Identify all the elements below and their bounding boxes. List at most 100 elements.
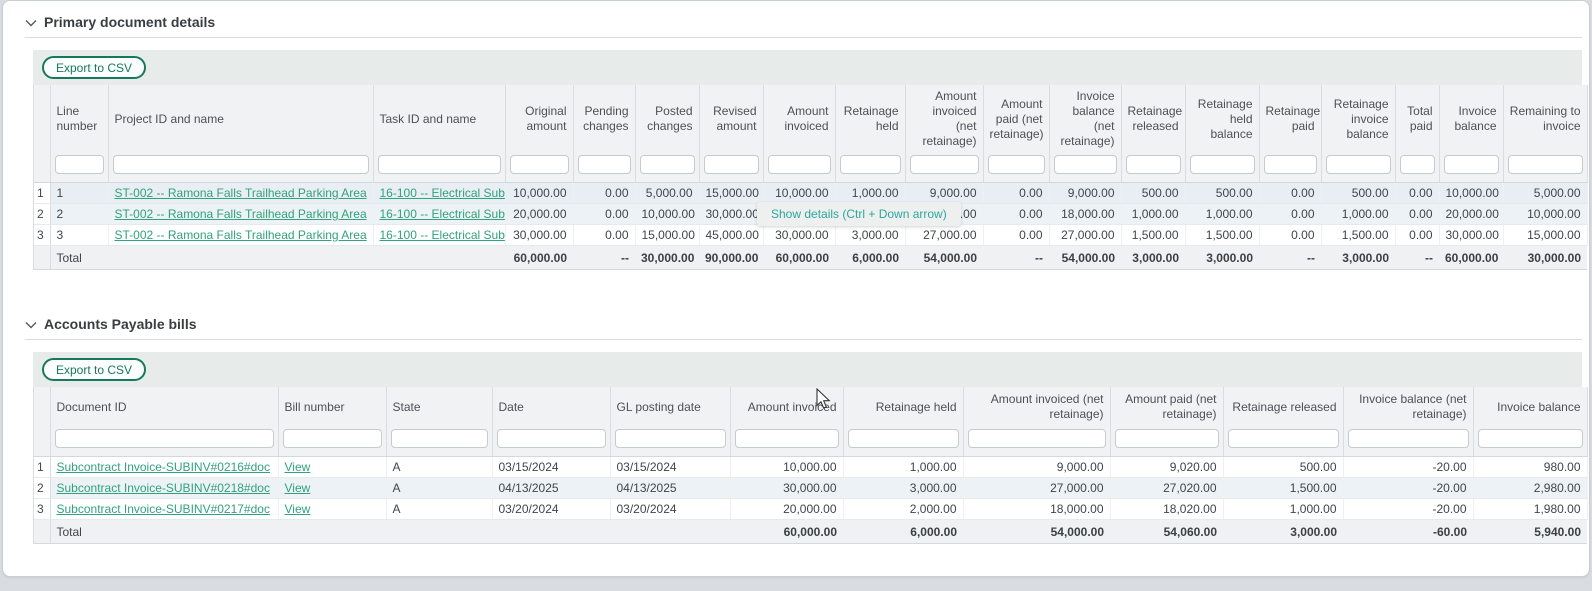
cell-retainage-held: 3,000.00: [843, 478, 963, 499]
table-row[interactable]: 3Subcontract Invoice-SUBINV#0217#docView…: [34, 499, 1587, 520]
filter-input-amount-invoiced[interactable]: [735, 429, 839, 448]
filter-input-state[interactable]: [391, 429, 488, 448]
project-id-and-name-link[interactable]: ST-002 -- Ramona Falls Trailhead Parking…: [115, 228, 367, 242]
column-header-invoice-balance[interactable]: Invoice balance: [1473, 387, 1587, 427]
column-header-original-amount[interactable]: Original amount: [505, 85, 573, 153]
filter-input-retainage-paid[interactable]: [1264, 155, 1317, 174]
filter-input-retainage-released[interactable]: [1126, 155, 1181, 174]
column-header-amount-invoiced[interactable]: Amount invoiced: [763, 85, 835, 153]
column-header-posted-changes[interactable]: Posted changes: [635, 85, 699, 153]
table-row[interactable]: 33ST-002 -- Ramona Falls Trailhead Parki…: [34, 225, 1587, 246]
column-header-amount-invoiced-net-retainage[interactable]: Amount invoiced (net retainage): [905, 85, 983, 153]
total-retainage-held-balance: 3,000.00: [1185, 246, 1259, 270]
filter-input-project-id-and-name[interactable]: [113, 155, 369, 174]
filter-input-retainage-held-balance[interactable]: [1190, 155, 1255, 174]
column-header-retainage-held[interactable]: Retainage held: [835, 85, 905, 153]
filter-input-remaining-to-invoice[interactable]: [1508, 155, 1583, 174]
bill-number-link[interactable]: View: [285, 502, 311, 516]
column-header-retainage-invoice-balance[interactable]: Retainage invoice balance: [1321, 85, 1395, 153]
filter-input-amount-paid-net-retainage[interactable]: [988, 155, 1045, 174]
task-id-and-name-link[interactable]: 16-100 -- Electrical Sub: [380, 228, 505, 242]
filter-input-gl-posting-date[interactable]: [615, 429, 726, 448]
column-header-amount-paid-net-retainage[interactable]: Amount paid (net retainage): [983, 85, 1049, 153]
column-header-retainage-held-balance[interactable]: Retainage held balance: [1185, 85, 1259, 153]
task-id-and-name-link[interactable]: 16-100 -- Electrical Sub: [380, 186, 505, 200]
cell-invoice-balance: 980.00: [1473, 457, 1587, 478]
filter-input-retainage-held[interactable]: [840, 155, 901, 174]
filter-input-invoice-balance-net-retainage[interactable]: [1054, 155, 1117, 174]
column-header-retainage-held[interactable]: Retainage held: [843, 387, 963, 427]
total-invoice-balance-net-retainage: 54,000.00: [1049, 246, 1121, 270]
filter-input-invoice-balance[interactable]: [1478, 429, 1583, 448]
document-id-link[interactable]: Subcontract Invoice-SUBINV#0218#doc: [57, 481, 270, 495]
filter-input-line-number[interactable]: [55, 155, 104, 174]
total-amount-invoiced-net-retainage: 54,000.00: [905, 246, 983, 270]
table-row[interactable]: 1Subcontract Invoice-SUBINV#0216#docView…: [34, 457, 1587, 478]
filter-input-revised-amount[interactable]: [704, 155, 759, 174]
project-id-and-name-link[interactable]: ST-002 -- Ramona Falls Trailhead Parking…: [115, 207, 367, 221]
column-header-retainage-released[interactable]: Retainage released: [1121, 85, 1185, 153]
filter-input-retainage-held[interactable]: [848, 429, 959, 448]
total-label: Total: [50, 246, 108, 270]
column-header-amount-invoiced-net-retainage[interactable]: Amount invoiced (net retainage): [963, 387, 1110, 427]
filter-input-amount-invoiced-net-retainage[interactable]: [910, 155, 979, 174]
export-to-csv-button[interactable]: Export to CSV: [42, 358, 146, 381]
column-header-line-number[interactable]: Line number: [50, 85, 108, 153]
column-header-date[interactable]: Date: [492, 387, 610, 427]
column-header-task-id-and-name[interactable]: Task ID and name: [373, 85, 505, 153]
filter-input-amount-invoiced[interactable]: [768, 155, 831, 174]
column-header-document-id[interactable]: Document ID: [50, 387, 278, 427]
column-header-total-paid[interactable]: Total paid: [1395, 85, 1439, 153]
column-header-bill-number[interactable]: Bill number: [278, 387, 386, 427]
filter-input-total-paid[interactable]: [1400, 155, 1435, 174]
filter-input-original-amount[interactable]: [510, 155, 569, 174]
cell-gl-posting-date: 03/15/2024: [610, 457, 730, 478]
table-row[interactable]: 11ST-002 -- Ramona Falls Trailhead Parki…: [34, 183, 1587, 204]
filter-input-invoice-balance[interactable]: [1444, 155, 1499, 174]
section-title: Primary document details: [44, 14, 215, 30]
column-header-pending-changes[interactable]: Pending changes: [573, 85, 635, 153]
total-total-paid: --: [1395, 246, 1439, 270]
total-remaining-to-invoice: 30,000.00: [1503, 246, 1587, 270]
column-header-project-id-and-name[interactable]: Project ID and name: [108, 85, 373, 153]
project-id-and-name-link[interactable]: ST-002 -- Ramona Falls Trailhead Parking…: [115, 186, 367, 200]
bill-number-link[interactable]: View: [285, 460, 311, 474]
cell-amount-invoiced-net-retainage: 27,000.00: [905, 225, 983, 246]
filter-input-invoice-balance-net-retainage[interactable]: [1348, 429, 1469, 448]
cell-retainage-held-balance: 500.00: [1185, 183, 1259, 204]
filter-input-task-id-and-name[interactable]: [378, 155, 501, 174]
document-id-link[interactable]: Subcontract Invoice-SUBINV#0216#doc: [57, 460, 270, 474]
column-header-remaining-to-invoice[interactable]: Remaining to invoice: [1503, 85, 1587, 153]
column-header-state[interactable]: State: [386, 387, 492, 427]
column-header-invoice-balance-net-retainage[interactable]: Invoice balance (net retainage): [1343, 387, 1473, 427]
export-to-csv-button[interactable]: Export to CSV: [42, 56, 146, 79]
primary-document-details-grid: Export to CSV Line numberProject ID and …: [33, 50, 1582, 270]
cell-task-id-and-name: 16-100 -- Electrical Sub: [373, 183, 505, 204]
table-row[interactable]: 2Subcontract Invoice-SUBINV#0218#docView…: [34, 478, 1587, 499]
column-header-invoice-balance[interactable]: Invoice balance: [1439, 85, 1503, 153]
filter-input-bill-number[interactable]: [283, 429, 382, 448]
column-header-gl-posting-date[interactable]: GL posting date: [610, 387, 730, 427]
filter-input-pending-changes[interactable]: [578, 155, 631, 174]
filter-input-retainage-released[interactable]: [1228, 429, 1339, 448]
column-header-retainage-paid[interactable]: Retainage paid: [1259, 85, 1321, 153]
filter-input-date[interactable]: [497, 429, 606, 448]
filter-input-amount-invoiced-net-retainage[interactable]: [968, 429, 1106, 448]
column-header-amount-paid-net-retainage[interactable]: Amount paid (net retainage): [1110, 387, 1223, 427]
filter-input-retainage-invoice-balance[interactable]: [1326, 155, 1391, 174]
bill-number-link[interactable]: View: [285, 481, 311, 495]
total-date: [492, 520, 610, 544]
section-accounts-payable-bills: Accounts Payable bills Export to CSV Doc…: [3, 316, 1589, 544]
filter-input-amount-paid-net-retainage[interactable]: [1115, 429, 1219, 448]
column-header-revised-amount[interactable]: Revised amount: [699, 85, 763, 153]
column-header-invoice-balance-net-retainage[interactable]: Invoice balance (net retainage): [1049, 85, 1121, 153]
document-id-link[interactable]: Subcontract Invoice-SUBINV#0217#doc: [57, 502, 270, 516]
cell-posted-changes: 5,000.00: [635, 183, 699, 204]
cell-gl-posting-date: 04/13/2025: [610, 478, 730, 499]
section-header-primary-document-details[interactable]: Primary document details: [25, 14, 1582, 38]
task-id-and-name-link[interactable]: 16-100 -- Electrical Sub: [380, 207, 505, 221]
section-header-accounts-payable-bills[interactable]: Accounts Payable bills: [25, 316, 1582, 340]
column-header-retainage-released[interactable]: Retainage released: [1223, 387, 1343, 427]
filter-input-document-id[interactable]: [55, 429, 274, 448]
filter-input-posted-changes[interactable]: [640, 155, 695, 174]
